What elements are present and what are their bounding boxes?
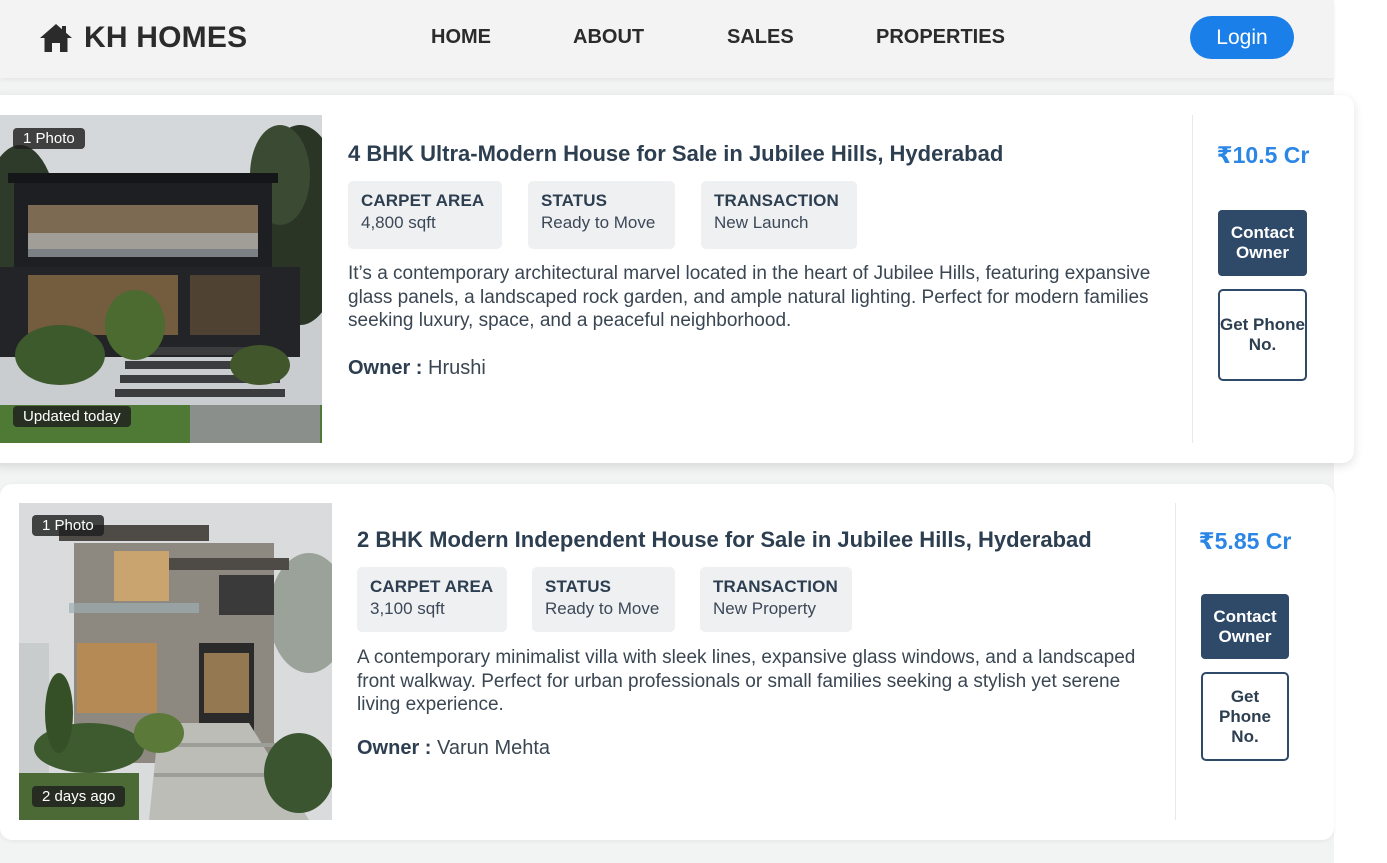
contact-owner-button[interactable]: Contact Owner <box>1201 594 1289 659</box>
property-photo[interactable] <box>19 503 332 820</box>
spec-label: TRANSACTION <box>714 191 839 210</box>
owner-line: Owner : Varun Mehta <box>357 737 550 760</box>
spec-carpet-area: CARPET AREA 3,100 sqft <box>357 567 507 632</box>
get-phone-button[interactable]: Get Phone No. <box>1201 672 1289 761</box>
price: ₹5.85 Cr <box>1198 528 1292 554</box>
nav-link-about[interactable]: ABOUT <box>573 26 644 49</box>
brand-logo[interactable]: KH HOMES <box>38 20 247 56</box>
spec-value: 4,800 sqft <box>361 213 436 232</box>
owner-line: Owner : Hrushi <box>348 357 486 380</box>
owner-label: Owner : <box>348 357 423 379</box>
spec-label: STATUS <box>541 191 608 210</box>
spec-label: TRANSACTION <box>713 577 838 596</box>
spec-value: Ready to Move <box>545 599 660 618</box>
price: ₹10.5 Cr <box>1216 142 1310 168</box>
login-button[interactable]: Login <box>1190 16 1294 59</box>
listing-title[interactable]: 2 BHK Modern Independent House for Sale … <box>357 527 1092 553</box>
nav-link-home[interactable]: HOME <box>431 26 491 49</box>
nav-link-sales[interactable]: SALES <box>727 26 794 49</box>
property-photo[interactable] <box>0 115 322 443</box>
spec-value: New Launch <box>714 213 809 232</box>
spec-transaction: TRANSACTION New Launch <box>701 181 857 249</box>
home-icon <box>38 22 74 54</box>
updated-badge: 2 days ago <box>32 786 126 807</box>
spec-value: 3,100 sqft <box>370 599 445 618</box>
listing-description: It’s a contemporary architectural marvel… <box>348 263 1151 331</box>
spec-label: STATUS <box>545 577 612 596</box>
owner-name: Varun Mehta <box>437 737 551 759</box>
spec-status: STATUS Ready to Move <box>532 567 675 632</box>
divider <box>1175 503 1176 820</box>
owner-name: Hrushi <box>428 357 486 379</box>
photo-count-badge: 1 Photo <box>32 515 104 536</box>
owner-label: Owner : <box>357 737 432 759</box>
divider <box>1192 115 1193 443</box>
listing-description: A contemporary minimalist villa with sle… <box>357 647 1136 715</box>
navbar: KH HOMES HOME ABOUT SALES PROPERTIES Log… <box>0 0 1334 78</box>
nav-link-properties[interactable]: PROPERTIES <box>876 26 1005 49</box>
spec-status: STATUS Ready to Move <box>528 181 675 249</box>
listing-title[interactable]: 4 BHK Ultra-Modern House for Sale in Jub… <box>348 141 1003 167</box>
spec-label: CARPET AREA <box>370 577 494 596</box>
spec-value: New Property <box>713 599 816 618</box>
contact-owner-button[interactable]: Contact Owner <box>1218 210 1307 276</box>
get-phone-button[interactable]: Get Phone No. <box>1218 289 1307 381</box>
spec-label: CARPET AREA <box>361 191 485 210</box>
spec-carpet-area: CARPET AREA 4,800 sqft <box>348 181 502 249</box>
spec-value: Ready to Move <box>541 213 656 232</box>
brand-name: KH HOMES <box>84 21 248 54</box>
updated-badge: Updated today <box>13 406 131 427</box>
spec-transaction: TRANSACTION New Property <box>700 567 852 632</box>
photo-count-badge: 1 Photo <box>13 128 85 149</box>
